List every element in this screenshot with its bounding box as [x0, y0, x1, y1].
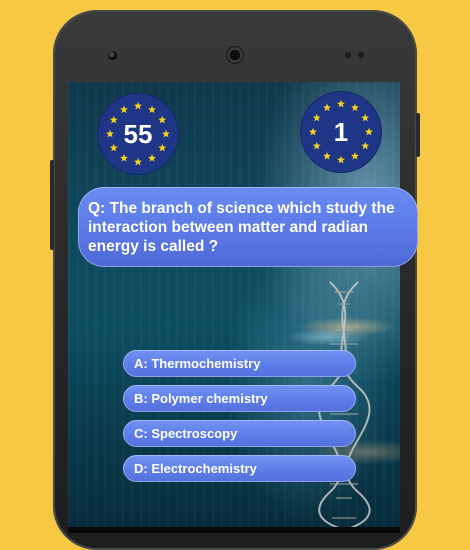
option-b-label: B: Polymer chemistry	[134, 391, 268, 406]
screen-bottom-bezel	[68, 527, 400, 533]
option-b-button[interactable]: B: Polymer chemistry	[123, 385, 356, 412]
score-value: 55	[123, 118, 153, 149]
option-d-label: D: Electrochemistry	[134, 461, 257, 476]
option-c-label: C: Spectroscopy	[134, 426, 238, 441]
option-c-button[interactable]: C: Spectroscopy	[123, 420, 356, 447]
option-a-button[interactable]: A: Thermochemistry	[123, 350, 356, 377]
level-badge: 1	[301, 92, 381, 172]
proximity-sensor	[345, 52, 351, 58]
option-a-label: A: Thermochemistry	[134, 356, 261, 371]
volume-button	[50, 160, 54, 250]
level-value: 1	[333, 116, 349, 147]
question-text: Q: The branch of science which study the…	[88, 200, 395, 255]
option-d-button[interactable]: D: Electrochemistry	[123, 455, 356, 482]
front-camera	[108, 51, 117, 60]
light-sensor	[358, 52, 364, 58]
question-bubble: Q: The branch of science which study the…	[78, 187, 418, 267]
power-button	[416, 113, 420, 157]
score-badge: 55	[98, 94, 178, 174]
earpiece-speaker	[226, 46, 244, 64]
